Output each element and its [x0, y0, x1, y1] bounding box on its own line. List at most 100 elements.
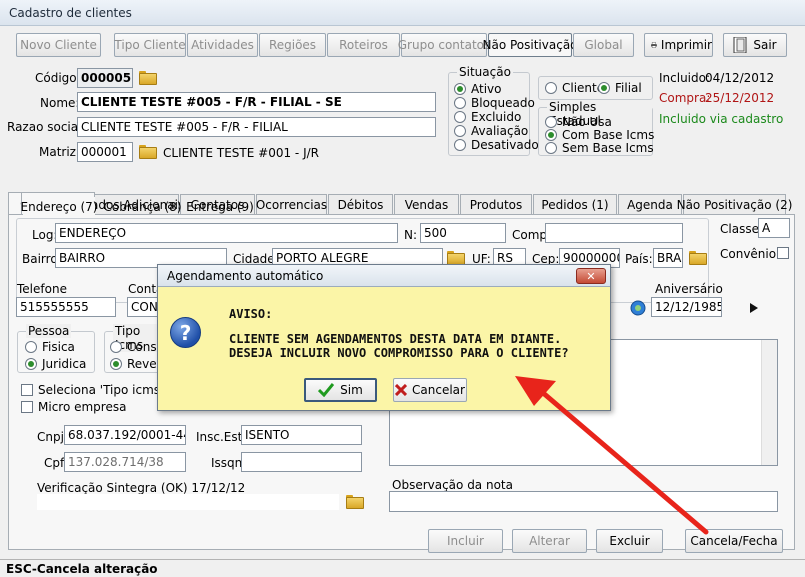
simples-sem-base[interactable]: Sem Base Icms [545, 141, 654, 155]
subtab-cobranca[interactable]: Cobrança (8) [104, 197, 182, 217]
obs-nota-field[interactable] [389, 491, 778, 512]
classe-field[interactable]: A [758, 218, 790, 238]
radio-selected-icon [25, 358, 37, 370]
sair-label: Sair [753, 38, 777, 52]
matriz-field[interactable]: 000001 [77, 142, 133, 162]
sim-button[interactable]: Sim [304, 378, 377, 402]
situacao-desativado[interactable]: Desativado [454, 138, 539, 152]
convenio-checkbox[interactable] [777, 247, 794, 259]
status-text: ESC-Cancela alteração [6, 562, 158, 576]
play-icon[interactable] [750, 303, 758, 313]
tab-debitos[interactable]: Débitos [328, 194, 393, 214]
situacao-bloqueado[interactable]: Bloqueado [454, 96, 535, 110]
telefone-label: Telefone [17, 282, 67, 296]
radio-icon [25, 341, 37, 353]
folder-icon[interactable] [689, 251, 707, 265]
micro-empresa-checkbox[interactable]: Micro empresa [21, 400, 126, 414]
atividades-button[interactable]: Atividades [187, 33, 258, 57]
radio-label: Ativo [471, 82, 502, 96]
nome-label: Nome: [40, 96, 80, 110]
x-icon [395, 384, 408, 396]
nome-field[interactable]: CLIENTE TESTE #005 - F/R - FILIAL - SE [77, 92, 436, 112]
novo-cliente-button[interactable]: Novo Cliente [16, 33, 101, 57]
cancelar-button[interactable]: Cancelar [393, 378, 467, 402]
tab-pedidos[interactable]: Pedidos (1) [533, 194, 617, 214]
checkbox-icon [21, 384, 33, 396]
tipo-cliente-button[interactable]: Tipo Cliente [114, 33, 186, 57]
tipo-cliente-radio[interactable]: Cliente [545, 81, 604, 95]
situacao-avaliacao[interactable]: Avaliação [454, 124, 528, 138]
simples-nao-usa[interactable]: Não Usa [545, 115, 612, 129]
complemento-field[interactable] [545, 223, 683, 243]
roteiros-button[interactable]: Roteiros [327, 33, 400, 57]
pais-field[interactable]: BRA [653, 248, 683, 268]
issqn-label: Issqn [211, 456, 243, 470]
incluido-date: 04/12/2012 [705, 71, 775, 85]
excluir-button[interactable]: Excluir [596, 529, 663, 553]
incluir-button[interactable]: Incluir [428, 529, 503, 553]
situacao-excluido[interactable]: Excluido [454, 110, 521, 124]
radio-icon [110, 341, 122, 353]
radio-selected-icon [454, 83, 466, 95]
tab-agenda[interactable]: Agenda [618, 194, 682, 214]
folder-icon[interactable] [139, 71, 157, 85]
classe-label: Classe: [720, 222, 763, 236]
folder-icon[interactable] [139, 145, 157, 159]
cancela-fecha-button[interactable]: Cancela/Fecha [685, 529, 783, 553]
tab-vendas[interactable]: Vendas [394, 194, 459, 214]
compra-label: Compra: [659, 91, 711, 105]
razao-social-field[interactable]: CLIENTE TESTE #005 - F/R - FILIAL [77, 117, 436, 137]
simples-com-base[interactable]: Com Base Icms [545, 128, 654, 142]
nao-positivacao-button[interactable]: Não Positivação [483, 33, 578, 57]
imprimir-button[interactable]: Imprimir [644, 33, 713, 57]
subtab-entrega[interactable]: Entrega (9) [184, 197, 256, 217]
agendamento-dialog: Agendamento automático ✕ ? AVISO: CLIENT… [157, 264, 611, 411]
pessoa-fisica[interactable]: Fisica [25, 340, 75, 354]
regioes-button[interactable]: Regiões [259, 33, 326, 57]
numero-field[interactable]: 500 [420, 223, 506, 243]
globe-search-icon[interactable] [630, 300, 646, 316]
tab-ocorrencias[interactable]: Ocorrencias [256, 194, 327, 214]
alterar-button[interactable]: Alterar [512, 529, 587, 553]
telefone-field[interactable]: 515555555 [16, 297, 116, 317]
radio-label: Com Base Icms [562, 128, 655, 142]
situacao-ativo[interactable]: Ativo [454, 82, 501, 96]
tab-produtos[interactable]: Produtos [460, 194, 532, 214]
obs-nota-label: Observação da nota [392, 478, 513, 492]
sair-button[interactable]: Sair [723, 33, 787, 57]
radio-icon [454, 111, 466, 123]
matriz-nome: CLIENTE TESTE #001 - J/R [163, 146, 319, 160]
matriz-label: Matriz: [39, 145, 81, 159]
checkbox-label: Micro empresa [38, 400, 127, 414]
sintegra-field[interactable] [37, 494, 339, 510]
incluido-via: Incluido via cadastro [659, 112, 784, 126]
conta-field[interactable]: CONT [127, 297, 159, 317]
log-label: Log: [32, 228, 58, 242]
tab-nao-positivacao[interactable]: Não Positivação (2) [677, 194, 792, 214]
logradouro-field[interactable]: ENDEREÇO [55, 223, 398, 243]
codigo-field[interactable]: 000005 [77, 68, 133, 88]
radio-label: Filial [615, 81, 642, 95]
pais-label: País: [625, 252, 653, 266]
insc-est-field[interactable]: ISENTO [241, 425, 362, 445]
aniversario-field[interactable]: 12/12/1985 [651, 297, 722, 317]
dialog-title: Agendamento automático [167, 269, 324, 283]
tipo-icms-revenda[interactable]: Rever [110, 357, 162, 371]
grupo-contatos-button[interactable]: Grupo contatos [398, 33, 490, 57]
scrollbar[interactable] [761, 340, 777, 465]
cnpj-field[interactable]: 68.037.192/0001-44 [64, 425, 186, 445]
tipo-filial-radio[interactable]: Filial [598, 81, 642, 95]
global-button[interactable]: Global [573, 33, 634, 57]
radio-label: Não Usa [562, 115, 612, 129]
sintegra-label: Verificação Sintegra (OK) 17/12/12 [37, 481, 246, 495]
door-exit-icon [733, 37, 747, 53]
issqn-field[interactable] [241, 452, 362, 472]
checkbox-icon [21, 401, 33, 413]
folder-icon[interactable] [447, 251, 465, 265]
cpf-field[interactable]: 137.028.714/38 [64, 452, 186, 472]
convenio-label: Convênio: [720, 247, 781, 261]
pessoa-juridica[interactable]: Juridica [25, 357, 86, 371]
close-icon[interactable]: ✕ [576, 268, 606, 284]
folder-icon[interactable] [346, 495, 364, 509]
radio-icon [454, 139, 466, 151]
